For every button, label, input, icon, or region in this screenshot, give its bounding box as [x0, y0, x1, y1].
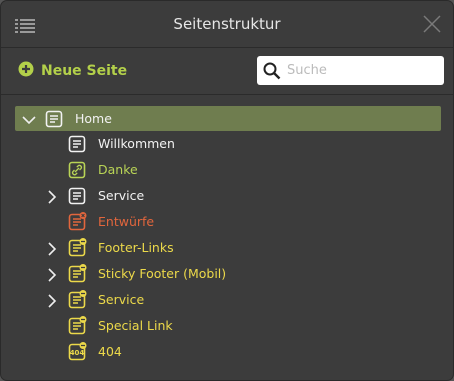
tree-item-label: Footer-Links	[98, 240, 174, 255]
new-page-button[interactable]: Neue Seite	[18, 61, 127, 81]
plus-circle-icon	[18, 61, 34, 81]
tree-item[interactable]: 404 404	[1, 339, 453, 365]
toolbar: Neue Seite	[1, 48, 453, 95]
search-box	[257, 56, 444, 85]
new-page-label: Neue Seite	[41, 63, 128, 79]
hidden-page-icon	[67, 238, 87, 258]
chevron-down-icon[interactable]	[22, 112, 36, 126]
tree-item[interactable]: Willkommen	[1, 131, 453, 157]
tree-item[interactable]: Sticky Footer (Mobil)	[1, 261, 453, 287]
tree-item-label: Service	[98, 292, 145, 307]
tree-item[interactable]: Service	[1, 287, 453, 313]
page-tree: Home Willkommen Danke Service Entwürfe Footer…	[1, 104, 453, 365]
tree-item-label: Service	[98, 188, 145, 203]
tree-item[interactable]: Danke	[1, 157, 453, 183]
search-icon	[263, 62, 281, 80]
tree-item[interactable]: Footer-Links	[1, 235, 453, 261]
page-structure-dialog: Seitenstruktur Neue Seite Home Willkommen…	[0, 0, 454, 381]
hidden-page-icon	[67, 290, 87, 310]
tree-item-label: Special Link	[98, 318, 173, 333]
tree-item-label: Entwürfe	[98, 214, 155, 229]
search-input[interactable]	[285, 62, 439, 79]
titlebar: Seitenstruktur	[1, 1, 453, 48]
dialog-title: Seitenstruktur	[173, 15, 281, 33]
tree-item[interactable]: Home	[15, 106, 441, 131]
chevron-right-icon[interactable]	[45, 267, 59, 282]
close-icon[interactable]	[423, 15, 441, 37]
tree-item[interactable]: Special Link	[1, 313, 453, 339]
chevron-right-icon[interactable]	[45, 293, 59, 308]
tree-item[interactable]: Entwürfe	[1, 209, 453, 235]
svg-text:404: 404	[70, 349, 85, 357]
hidden-page-icon	[67, 264, 87, 284]
tree-item-label: Home	[75, 111, 112, 126]
chevron-right-icon[interactable]	[45, 241, 59, 256]
hidden-page-icon	[67, 316, 87, 336]
tree-item-label: Sticky Footer (Mobil)	[98, 266, 227, 281]
error-page-icon: 404	[67, 342, 87, 362]
page-icon	[67, 186, 87, 206]
page-icon	[67, 134, 87, 154]
menu-icon[interactable]	[15, 18, 35, 37]
tree-item-label: 404	[98, 344, 122, 359]
link-icon	[67, 160, 87, 180]
tree-item-label: Danke	[98, 162, 138, 177]
page-icon	[44, 109, 64, 129]
tree-item[interactable]: Service	[1, 183, 453, 209]
draft-page-icon	[67, 212, 87, 232]
chevron-right-icon[interactable]	[45, 189, 59, 204]
tree-item-label: Willkommen	[98, 136, 175, 151]
